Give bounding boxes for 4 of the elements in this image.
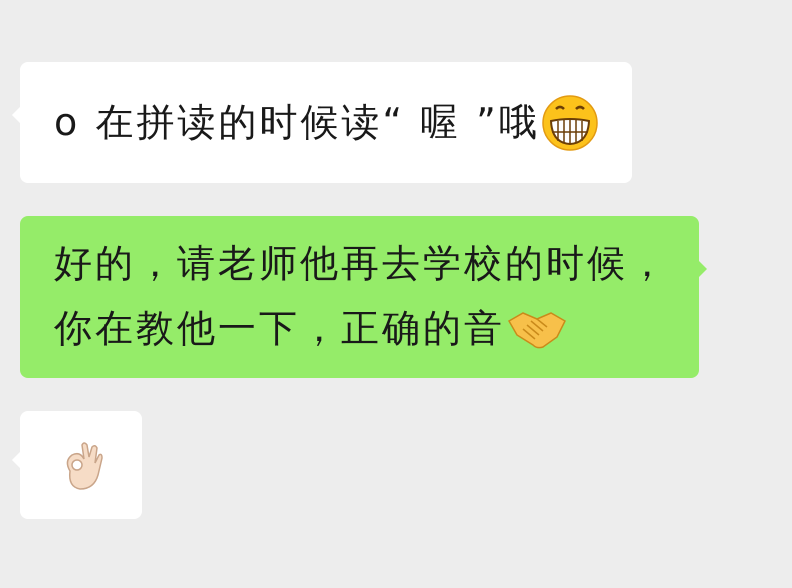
message-text: 好的，请老师他再去学校的时候， [54,240,669,287]
message-text: o 在拼读的时候读“ 喔 ”哦 [54,99,540,146]
grinning-face-icon [542,94,598,150]
message-text: 你在教他一下，正确的音 [54,305,505,352]
